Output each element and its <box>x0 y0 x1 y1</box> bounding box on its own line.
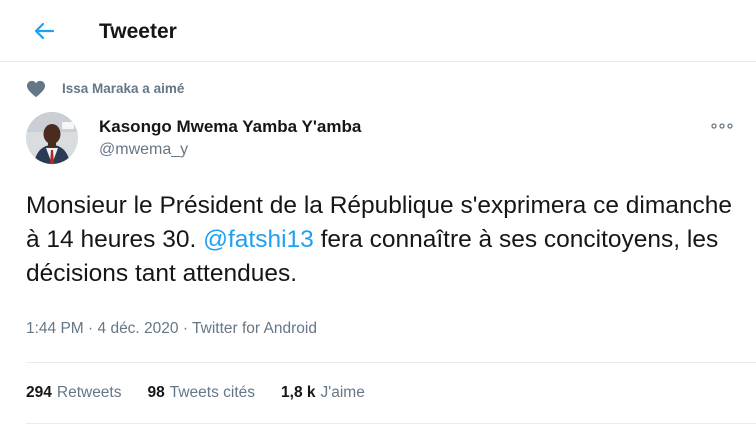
tweet-time[interactable]: 1:44 PM <box>26 320 84 337</box>
meta-separator: · <box>178 320 193 337</box>
page-title: Tweeter <box>99 20 177 43</box>
tweet-meta: 1:44 PM · 4 déc. 2020 · Twitter for Andr… <box>26 319 317 339</box>
quotes-count: 98 <box>147 384 165 401</box>
likes-label: J'aime <box>320 384 365 401</box>
tweet-source[interactable]: Twitter for Android <box>192 320 317 337</box>
likes-count: 1,8 k <box>281 384 316 401</box>
tweet-stats: 294 Retweets 98 Tweets cités 1,8 k J'aim… <box>26 382 391 404</box>
more-dots-icon <box>711 123 733 129</box>
author-handle[interactable]: @mwema_y <box>99 140 188 160</box>
meta-separator: · <box>83 320 98 337</box>
retweets-count: 294 <box>26 384 52 401</box>
more-options-button[interactable] <box>706 116 738 136</box>
mention-link[interactable]: @fatshi13 <box>203 226 314 253</box>
social-context: Issa Maraka a aimé <box>26 78 184 100</box>
quotes-label: Tweets cités <box>169 384 256 401</box>
avatar[interactable] <box>26 112 78 164</box>
divider <box>26 362 756 363</box>
tweet-text: Monsieur le Président de la République s… <box>26 189 746 291</box>
back-button[interactable] <box>26 15 62 47</box>
tweet-date[interactable]: 4 déc. 2020 <box>98 320 179 337</box>
arrow-left-icon <box>34 22 55 40</box>
retweets-stat[interactable]: 294 Retweets <box>26 383 122 403</box>
retweets-label: Retweets <box>56 384 122 401</box>
quotes-stat[interactable]: 98 Tweets cités <box>148 383 256 403</box>
heart-icon <box>26 79 46 99</box>
header-bar: Tweeter <box>0 0 756 62</box>
social-context-label: Issa Maraka a aimé <box>62 81 185 96</box>
author-name[interactable]: Kasongo Mwema Yamba Y'amba <box>99 116 361 138</box>
likes-stat[interactable]: 1,8 k J'aime <box>281 383 365 403</box>
